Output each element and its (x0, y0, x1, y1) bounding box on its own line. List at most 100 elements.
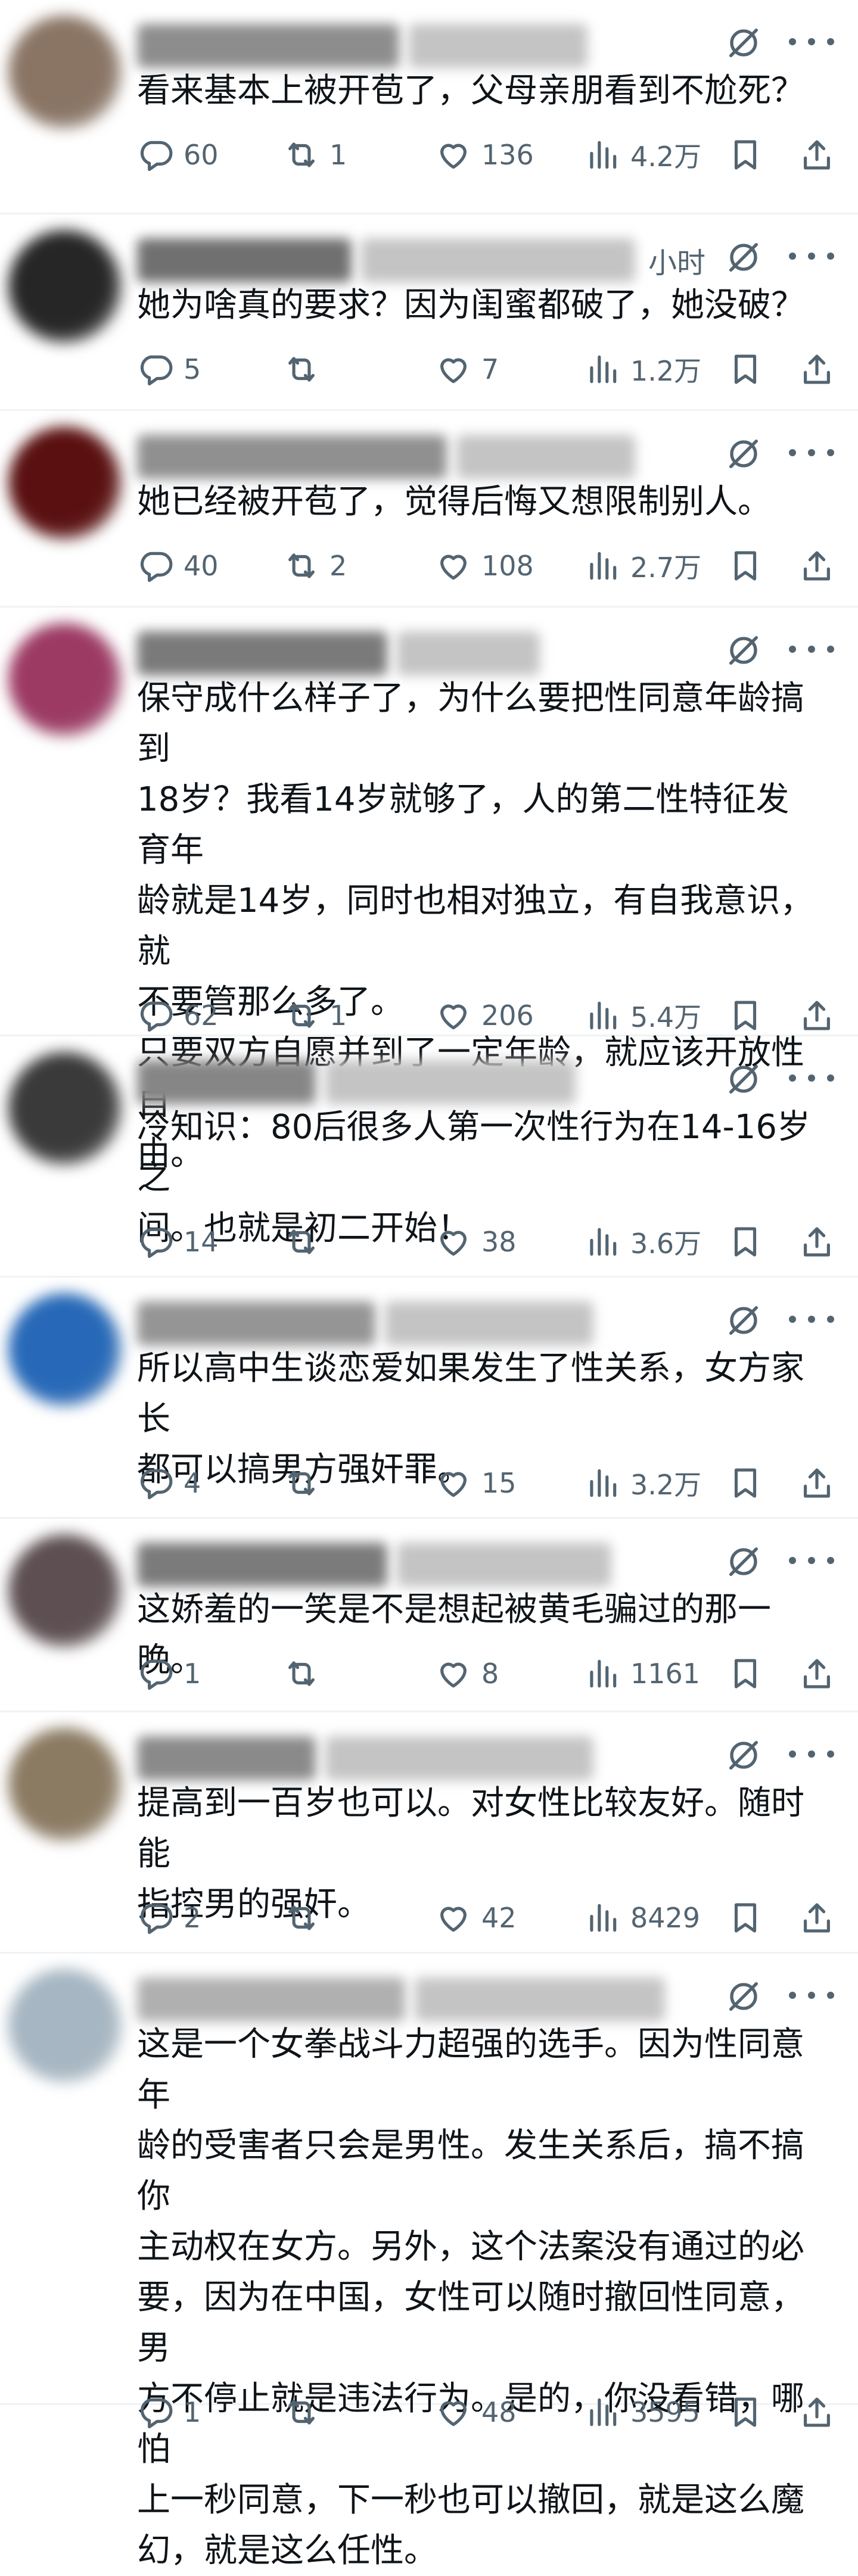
share-button[interactable] (798, 547, 845, 584)
more-dots-icon[interactable] (786, 1988, 837, 2002)
views-button[interactable]: 1161 (584, 1655, 700, 1692)
retweet-button[interactable]: 1 (283, 136, 347, 173)
retweet-button[interactable] (283, 351, 329, 388)
bookmark-button[interactable] (727, 997, 773, 1034)
reply-item[interactable]: 这是一个女拳战斗力超强的选手。因为性同意年 龄的受害者只会是男性。发生关系后，搞… (0, 1954, 858, 2570)
retweet-button[interactable] (283, 1899, 329, 1936)
retweet-button[interactable] (283, 1465, 329, 1502)
share-button[interactable] (798, 1223, 845, 1260)
author-name-blurred[interactable] (137, 1977, 405, 2021)
avatar[interactable] (8, 1293, 122, 1406)
retweet-button[interactable]: 1 (283, 997, 347, 1034)
grok-slash-icon[interactable] (725, 24, 763, 62)
author-name-blurred[interactable] (137, 1301, 375, 1345)
author-name-blurred[interactable] (137, 1543, 387, 1587)
views-button[interactable]: 1.2万 (584, 350, 701, 389)
like-button[interactable]: 42 (435, 1899, 517, 1936)
more-dots-icon[interactable] (786, 446, 837, 460)
bookmark-button[interactable] (727, 1899, 773, 1936)
like-button[interactable]: 8 (435, 1655, 499, 1692)
views-button[interactable]: 3.2万 (584, 1463, 701, 1503)
bookmark-button[interactable] (727, 547, 773, 584)
reply-item[interactable]: 所以高中生谈恋爱如果发生了性关系，女方家长 都可以搞男方强奸罪。 4 15 3.… (0, 1278, 858, 1519)
views-button[interactable]: 2.7万 (584, 546, 701, 585)
reply-item[interactable]: 冷知识：80后很多人第一次性行为在14-16岁之 间。也就是初二开始！ 14 3… (0, 1036, 858, 1278)
like-button[interactable]: 108 (435, 547, 534, 584)
retweet-button[interactable]: 2 (283, 547, 347, 584)
reply-button[interactable]: 14 (137, 1223, 219, 1260)
reply-button[interactable]: 40 (137, 547, 219, 584)
more-dots-icon[interactable] (786, 642, 837, 656)
reply-button[interactable]: 1 (137, 2394, 201, 2431)
avatar[interactable] (8, 230, 122, 343)
views-button[interactable]: 3595 (584, 2394, 700, 2431)
retweet-button[interactable] (283, 1223, 329, 1260)
like-button[interactable]: 15 (435, 1465, 517, 1502)
avatar[interactable] (8, 1728, 122, 1841)
reply-item[interactable]: 提高到一百岁也可以。对女性比较友好。随时能 指控男的强奸。 2 42 8429 (0, 1712, 858, 1954)
grok-slash-icon[interactable] (725, 1060, 763, 1098)
more-dots-icon[interactable] (786, 1553, 837, 1568)
views-button[interactable]: 3.6万 (584, 1222, 701, 1261)
avatar[interactable] (8, 15, 122, 129)
reply-item[interactable]: 看来基本上被开苞了，父母亲朋看到不尬死？ 60 1 136 4.2万 (0, 0, 858, 214)
author-name-blurred[interactable] (137, 1736, 316, 1780)
reply-item[interactable]: 保守成什么样子了，为什么要把性同意年龄搞到 18岁？我看14岁就够了，人的第二性… (0, 608, 858, 1173)
share-button[interactable] (798, 997, 845, 1034)
bookmark-button[interactable] (727, 1223, 773, 1260)
author-name-blurred[interactable] (137, 1060, 316, 1104)
views-button[interactable]: 4.2万 (584, 135, 701, 175)
like-button[interactable]: 7 (435, 351, 499, 388)
bookmark-button[interactable] (727, 1465, 773, 1502)
more-dots-icon[interactable] (786, 1747, 837, 1761)
grok-slash-icon[interactable] (725, 1977, 763, 2016)
more-dots-icon[interactable] (786, 35, 837, 49)
retweet-button[interactable] (283, 1655, 329, 1692)
views-button[interactable]: 5.4万 (584, 996, 701, 1035)
grok-slash-icon[interactable] (725, 631, 763, 669)
reply-button[interactable]: 4 (137, 1465, 201, 1502)
author-name-blurred[interactable] (137, 24, 399, 68)
avatar[interactable] (8, 623, 122, 736)
author-name-blurred[interactable] (137, 238, 352, 282)
bookmark-icon (734, 551, 757, 581)
share-button[interactable] (798, 1899, 845, 1936)
reply-button[interactable]: 62 (137, 997, 219, 1034)
reply-button[interactable]: 5 (137, 351, 201, 388)
bookmark-button[interactable] (727, 2394, 773, 2431)
bookmark-button[interactable] (727, 136, 773, 173)
more-dots-icon[interactable] (786, 249, 837, 263)
reply-item[interactable]: 这娇羞的一笑是不是想起被黄毛骗过的那一晚。 1 8 1161 (0, 1519, 858, 1712)
share-button[interactable] (798, 136, 845, 173)
views-button[interactable]: 8429 (584, 1899, 700, 1936)
reply-button[interactable]: 1 (137, 1655, 201, 1692)
avatar[interactable] (8, 1969, 122, 2082)
more-dots-icon[interactable] (786, 1071, 837, 1085)
more-dots-icon[interactable] (786, 1312, 837, 1326)
avatar[interactable] (8, 1052, 122, 1165)
grok-slash-icon[interactable] (725, 1736, 763, 1774)
like-button[interactable]: 206 (435, 997, 534, 1034)
reply-button[interactable]: 60 (137, 136, 219, 173)
bookmark-button[interactable] (727, 351, 773, 388)
grok-slash-icon[interactable] (725, 1543, 763, 1581)
retweet-button[interactable] (283, 2394, 329, 2431)
author-name-blurred[interactable] (137, 435, 447, 479)
share-button[interactable] (798, 1655, 845, 1692)
author-name-blurred[interactable] (137, 631, 387, 675)
grok-slash-icon[interactable] (725, 238, 763, 276)
like-button[interactable]: 38 (435, 1223, 517, 1260)
share-button[interactable] (798, 351, 845, 388)
reply-item[interactable]: 她已经被开苞了，觉得后悔又想限制别人。 40 2 108 2.7万 (0, 411, 858, 608)
share-button[interactable] (798, 1465, 845, 1502)
reply-button[interactable]: 2 (137, 1899, 201, 1936)
grok-slash-icon[interactable] (725, 1301, 763, 1340)
avatar[interactable] (8, 1534, 122, 1647)
like-button[interactable]: 136 (435, 136, 534, 173)
like-button[interactable]: 48 (435, 2394, 517, 2431)
grok-slash-icon[interactable] (725, 435, 763, 473)
bookmark-button[interactable] (727, 1655, 773, 1692)
share-button[interactable] (798, 2394, 845, 2431)
reply-item[interactable]: 小时 她为啥真的要求？因为闺蜜都破了，她没破？ 5 7 1.2万 (0, 214, 858, 411)
avatar[interactable] (8, 426, 122, 540)
